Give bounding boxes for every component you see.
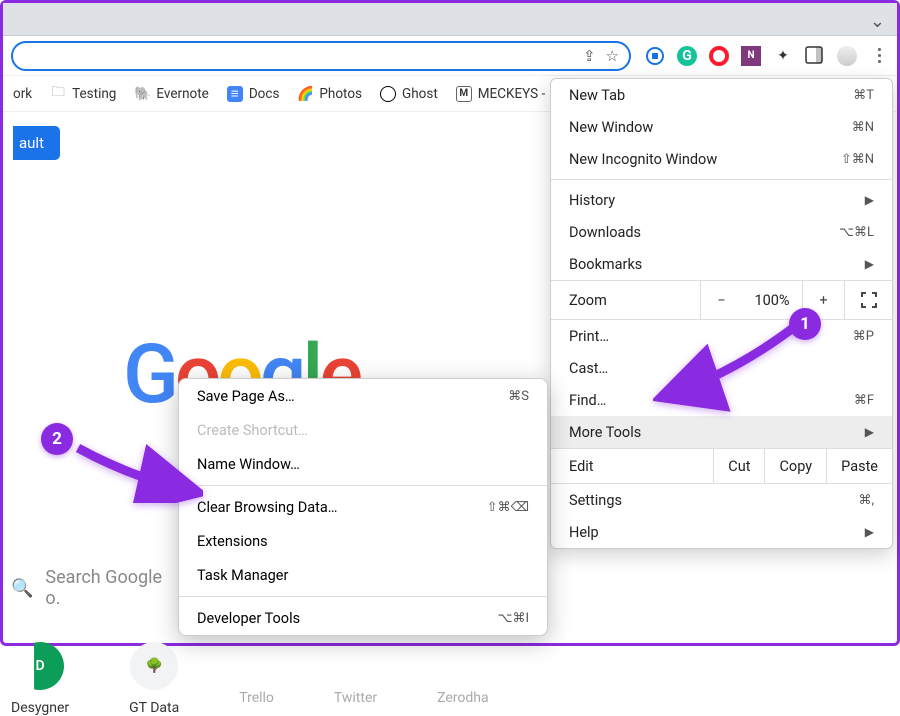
grammarly-icon[interactable]: G [677,46,697,66]
search-icon: 🔍 [11,578,33,599]
menu-new-window[interactable]: New Window⌘N [551,111,892,143]
photos-icon: 🌈 [297,86,313,102]
bookmark-item[interactable]: ork [13,86,32,102]
annotation-arrow-1 [653,323,803,413]
chrome-main-menu: New Tab⌘T New Window⌘N New Incognito Win… [550,78,893,549]
meckeys-icon: M [456,86,472,102]
menu-edit-row: Edit Cut Copy Paste [551,448,892,484]
opera-icon[interactable] [709,46,729,66]
menu-separator [551,179,892,180]
submenu-arrow-icon: ▶ [865,525,874,539]
submenu-developer-tools[interactable]: Developer Tools⌥⌘I [179,601,547,635]
profile-avatar[interactable] [837,46,857,66]
omnibox[interactable]: ⇪ ☆ [11,41,631,71]
bookmark-item[interactable]: 🌈Photos [297,86,362,102]
bookmark-item[interactable]: 🐘Evernote [134,86,208,102]
menu-zoom: Zoom − 100% + [551,280,892,320]
submenu-arrow-icon: ▶ [865,257,874,271]
minimize-chevron-icon[interactable]: ⌄ [870,11,885,32]
submenu-arrow-icon: ▶ [865,193,874,207]
bookmark-item[interactable]: Ghost [380,86,438,102]
set-default-button[interactable]: ault [3,126,60,160]
menu-new-tab[interactable]: New Tab⌘T [551,79,892,111]
shortcut-tile[interactable]: DDesygner [11,642,69,716]
shortcut-tile[interactable]: 🌳GT Data [129,642,179,716]
folder-icon: 🗀 [50,86,66,102]
share-icon[interactable]: ⇪ [583,47,596,65]
fullscreen-button[interactable] [844,281,892,319]
submenu-save-page[interactable]: Save Page As…⌘S [179,379,547,413]
bookmark-item[interactable]: MMECKEYS - [456,86,546,102]
shortcut-tile[interactable]: Twitter [334,690,377,716]
menu-downloads[interactable]: Downloads⌥⌘L [551,216,892,248]
search-box[interactable]: 🔍 Search Google o. [11,567,181,609]
bookmark-item[interactable]: 🗀Testing [50,86,116,102]
menu-separator [179,485,547,486]
submenu-name-window[interactable]: Name Window… [179,447,547,481]
shortcut-tiles: DDesygner 🌳GT Data Trello Twitter Zerodh… [11,642,489,716]
menu-history[interactable]: History▶ [551,184,892,216]
bookmark-item[interactable]: ≡Docs [227,86,280,102]
evernote-icon: 🐘 [134,86,150,102]
more-tools-submenu: Save Page As…⌘S Create Shortcut… Name Wi… [178,378,548,636]
submenu-extensions[interactable]: Extensions [179,524,547,558]
tab-strip: ⌄ [3,3,897,36]
zoom-value: 100% [742,292,802,309]
zoom-out-button[interactable]: − [700,281,742,319]
menu-cut[interactable]: Cut [713,449,764,483]
menu-separator [179,596,547,597]
onenote-icon[interactable]: N [741,46,761,66]
menu-paste[interactable]: Paste [826,449,892,483]
submenu-create-shortcut: Create Shortcut… [179,413,547,447]
menu-settings[interactable]: Settings⌘, [551,484,892,516]
extensions-puzzle-icon[interactable]: ✦ [773,46,793,66]
annotation-badge-1: 1 [789,308,821,340]
submenu-clear-browsing-data[interactable]: Clear Browsing Data…⇧⌘⌫ [179,490,547,524]
annotation-badge-2: 2 [41,423,73,455]
submenu-arrow-icon: ▶ [865,425,874,439]
search-placeholder: Search Google o. [45,567,181,609]
menu-incognito[interactable]: New Incognito Window⇧⌘N [551,143,892,175]
chrome-menu-button[interactable] [869,46,889,66]
qr-icon[interactable] [645,46,665,66]
star-icon[interactable]: ☆ [606,47,619,65]
shortcut-tile[interactable]: Trello [239,690,274,716]
ghost-icon [380,86,396,102]
annotation-arrow-2 [73,433,203,503]
menu-more-tools[interactable]: More Tools▶ [551,416,892,448]
submenu-task-manager[interactable]: Task Manager [179,558,547,592]
sidepanel-icon[interactable] [805,46,825,66]
menu-copy[interactable]: Copy [764,449,826,483]
docs-icon: ≡ [227,86,243,102]
shortcut-tile[interactable]: Zerodha [437,690,488,716]
menu-help[interactable]: Help▶ [551,516,892,548]
address-bar: ⇪ ☆ G N ✦ [3,36,897,76]
menu-bookmarks[interactable]: Bookmarks▶ [551,248,892,280]
extension-icons: G N ✦ [639,46,889,66]
